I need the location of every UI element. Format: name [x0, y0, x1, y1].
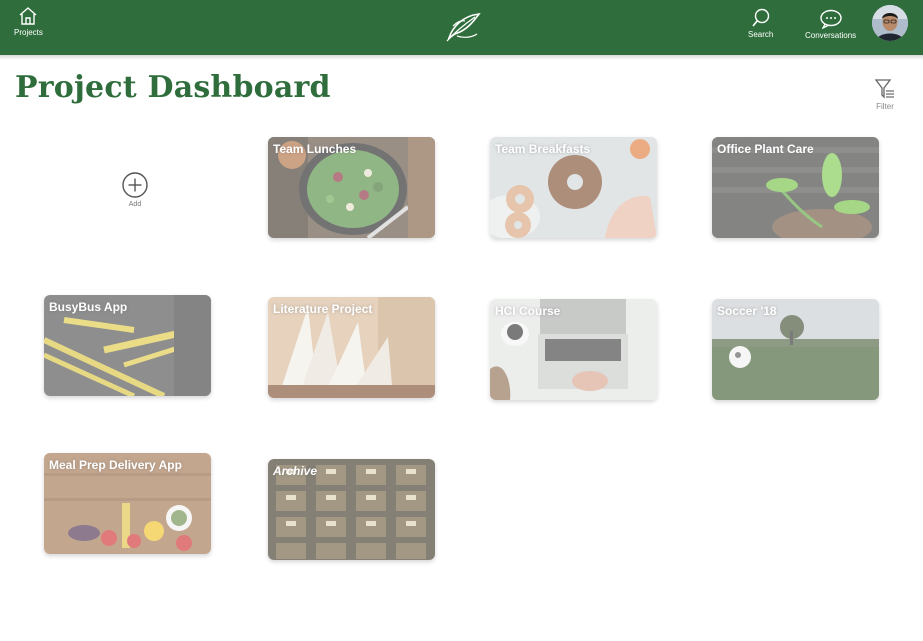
project-title: HCI Course: [495, 304, 561, 318]
project-title: Office Plant Care: [717, 142, 814, 156]
project-card-meal-prep-delivery-app[interactable]: Meal Prep Delivery App: [44, 453, 211, 554]
page-title: Project Dashboard: [15, 70, 331, 105]
project-card-team-breakfasts[interactable]: Team Breakfasts: [490, 137, 657, 238]
project-title: Literature Project: [273, 302, 373, 316]
project-title: Team Lunches: [273, 142, 357, 156]
project-card-literature-project[interactable]: Literature Project: [268, 297, 435, 398]
top-bar-shadow: [0, 55, 923, 60]
project-card-soccer-18[interactable]: Soccer '18: [712, 299, 879, 400]
add-label: Add: [128, 201, 142, 208]
conversations-nav-label: Conversations: [805, 31, 857, 40]
project-title: Archive: [273, 464, 318, 478]
avatar-image: [872, 5, 908, 41]
project-card-office-plant-care[interactable]: Office Plant Care: [712, 137, 879, 238]
projects-nav-button[interactable]: Projects: [14, 6, 43, 61]
projects-nav-label: Projects: [14, 28, 43, 37]
project-card-team-lunches[interactable]: Team Lunches: [268, 137, 435, 238]
user-avatar[interactable]: [872, 5, 908, 41]
add-project-button[interactable]: Add: [115, 171, 155, 208]
filter-button[interactable]: Filter: [872, 78, 898, 111]
filter-icon: [874, 79, 894, 99]
top-bar: Projects Search Conversations: [0, 0, 923, 55]
project-title: Soccer '18: [717, 304, 777, 318]
search-icon: [752, 8, 769, 27]
project-card-archive[interactable]: Archive: [268, 459, 435, 560]
project-title: Meal Prep Delivery App: [49, 458, 182, 472]
leaf-logo[interactable]: [443, 8, 483, 44]
chat-bubble-icon: [819, 9, 842, 29]
project-card-hci-course[interactable]: HCI Course: [490, 299, 657, 400]
search-nav-label: Search: [748, 30, 774, 39]
project-card-busybus-app[interactable]: BusyBus App: [44, 295, 211, 396]
filter-label: Filter: [876, 102, 894, 111]
plus-circle-icon: [122, 172, 148, 198]
project-title: BusyBus App: [49, 300, 128, 314]
project-title: Team Breakfasts: [495, 142, 591, 156]
home-icon: [19, 7, 37, 25]
